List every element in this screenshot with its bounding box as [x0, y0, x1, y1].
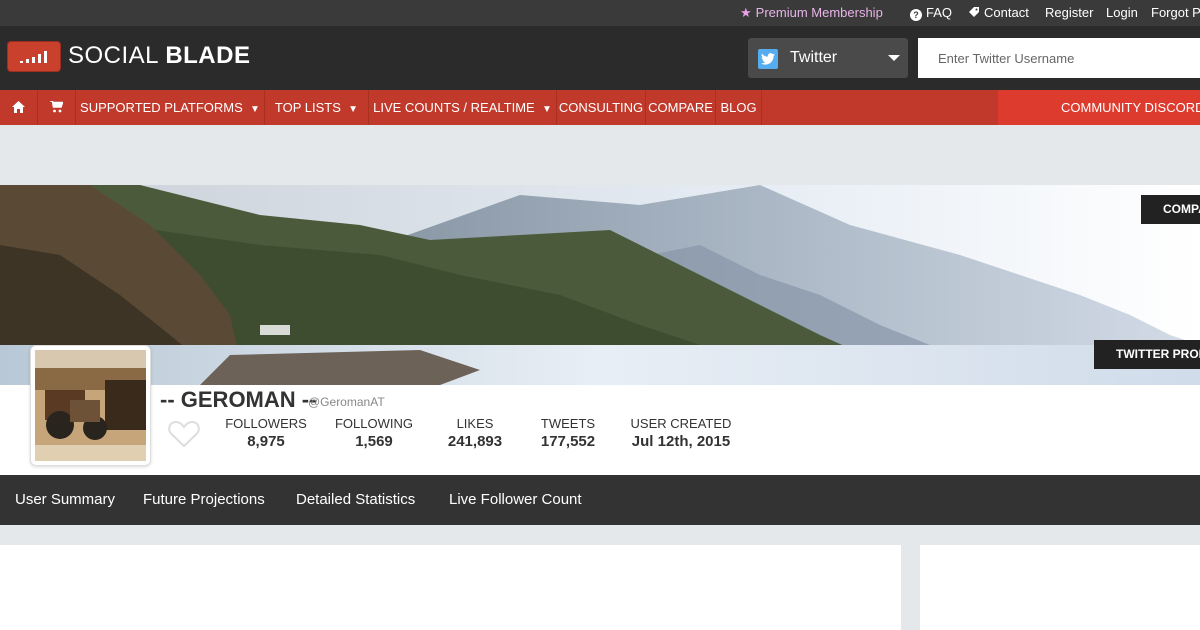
stat-tweets: TWEETS 177,552	[540, 416, 596, 450]
stat-user-created: USER CREATED Jul 12th, 2015	[630, 416, 732, 450]
stat-following: FOLLOWING 1,569	[334, 416, 413, 450]
landscape-image	[0, 185, 1200, 385]
tag-icon	[969, 7, 979, 17]
profile-tabs: User Summary Future Projections Detailed…	[0, 475, 1200, 525]
profile-photo	[35, 350, 146, 461]
nav-consulting[interactable]: CONSULTING	[557, 90, 646, 125]
tab-detailed-statistics[interactable]: Detailed Statistics	[296, 475, 415, 525]
tab-future-projections[interactable]: Future Projections	[143, 475, 265, 525]
side-content-panel	[920, 545, 1200, 630]
star-icon: ★	[740, 5, 752, 20]
platform-select[interactable]: Twitter	[748, 38, 908, 78]
nav-compare[interactable]: COMPARE	[646, 90, 716, 125]
nav-blog[interactable]: BLOG	[716, 90, 762, 125]
cart-icon	[50, 100, 64, 113]
logo-wordmark[interactable]: SOCIAL BLADE	[68, 42, 250, 70]
main-content-panel	[0, 545, 901, 630]
username-search-input[interactable]	[918, 38, 1200, 78]
faq-link[interactable]: ? FAQ	[910, 5, 952, 21]
nav-home[interactable]	[0, 90, 38, 125]
stat-likes: LIKES 241,893	[447, 416, 503, 450]
register-link[interactable]: Register	[1045, 5, 1093, 20]
tab-user-summary[interactable]: User Summary	[15, 475, 115, 525]
avatar	[30, 345, 151, 466]
nav-supported-platforms[interactable]: SUPPORTED PLATFORMS ▼	[76, 90, 265, 125]
premium-membership-link[interactable]: ★ Premium Membership	[740, 5, 883, 21]
top-utility-bar: ★ Premium Membership ? FAQ Contact Registe…	[0, 0, 1200, 26]
nav-community-discord[interactable]: COMMUNITY DISCORD	[998, 90, 1200, 125]
heart-icon[interactable]	[168, 420, 200, 448]
caret-down-icon: ▼	[348, 104, 359, 115]
forgot-password-link[interactable]: Forgot Password	[1151, 5, 1200, 20]
twitter-profile-button[interactable]: TWITTER PROFILE	[1094, 340, 1200, 369]
site-header: SOCIAL BLADE Twitter	[0, 26, 1200, 90]
profile-banner-image	[0, 185, 1200, 385]
twitter-handle: @GeromanAT	[308, 395, 385, 409]
login-link[interactable]: Login	[1106, 5, 1138, 20]
nav-top-lists[interactable]: TOP LISTS ▼	[265, 90, 369, 125]
question-icon: ?	[910, 9, 922, 21]
stat-followers: FOLLOWERS 8,975	[225, 416, 307, 450]
caret-down-icon: ▼	[250, 104, 260, 115]
caret-down-icon: ▼	[541, 104, 552, 115]
logo-icon[interactable]	[7, 41, 61, 72]
display-name: -- GEROMAN --	[160, 387, 317, 412]
main-nav: SUPPORTED PLATFORMS ▼ TOP LISTS ▼ LIVE C…	[0, 90, 1200, 125]
compare-button[interactable]: COMPARE	[1141, 195, 1200, 224]
contact-link[interactable]: Contact	[968, 5, 1029, 20]
nav-live-counts[interactable]: LIVE COUNTS / REALTIME ▼	[369, 90, 557, 125]
chevron-down-icon	[888, 55, 900, 61]
twitter-icon	[758, 49, 778, 69]
home-icon	[12, 101, 25, 113]
nav-store[interactable]	[38, 90, 76, 125]
tab-live-follower-count[interactable]: Live Follower Count	[449, 475, 582, 525]
